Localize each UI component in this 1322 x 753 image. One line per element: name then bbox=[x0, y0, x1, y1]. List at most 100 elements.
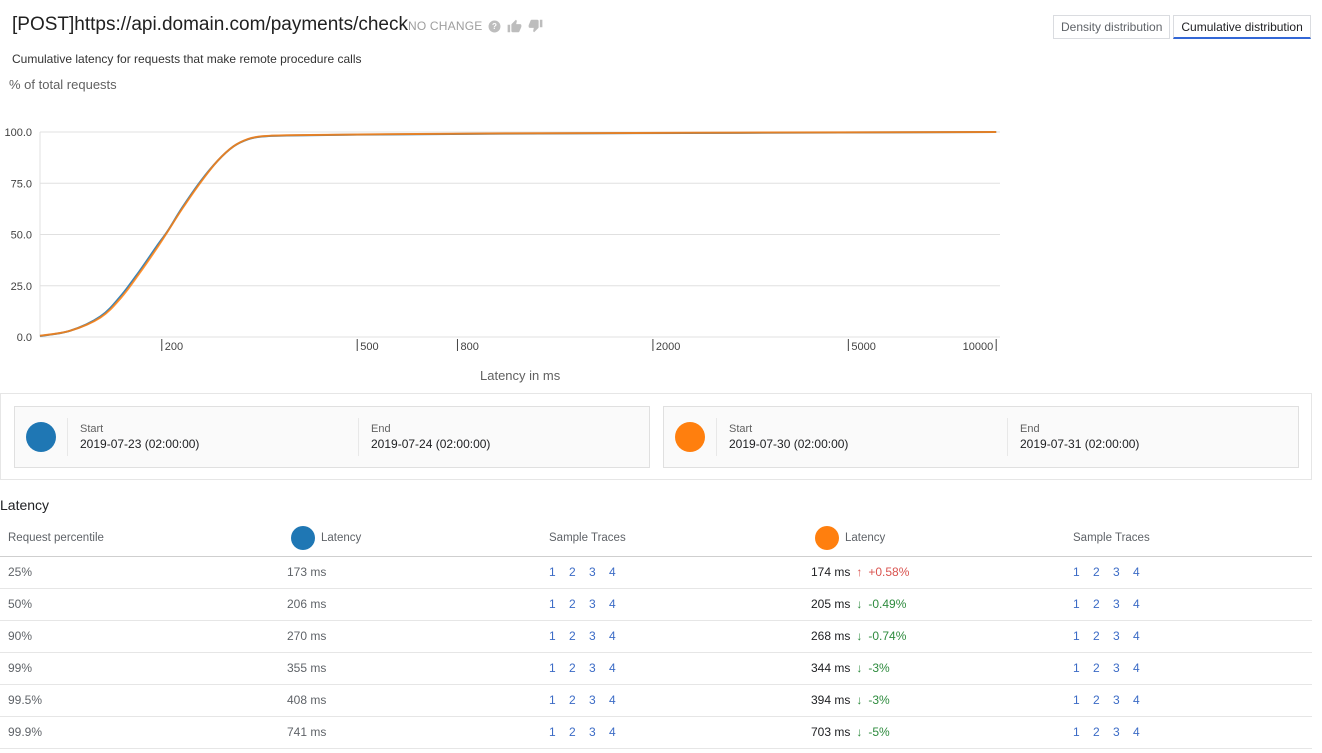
sample-trace-link[interactable]: 2 bbox=[569, 629, 576, 643]
traces-b-cell: 1234 bbox=[1073, 620, 1312, 653]
sample-trace-link[interactable]: 4 bbox=[1133, 693, 1140, 707]
header-latency-b: Latency bbox=[811, 520, 1073, 557]
status-text: NO CHANGE bbox=[408, 19, 483, 33]
sample-trace-link[interactable]: 4 bbox=[609, 629, 616, 643]
latency-b-value: 344 ms bbox=[811, 661, 851, 675]
percentile-cell: 25% bbox=[0, 556, 287, 589]
sample-trace-link[interactable]: 2 bbox=[1093, 597, 1100, 611]
header-latency-a-label: Latency bbox=[321, 531, 362, 544]
sample-trace-link[interactable]: 4 bbox=[609, 597, 616, 611]
sample-trace-link[interactable]: 1 bbox=[549, 629, 556, 643]
sample-trace-link[interactable]: 3 bbox=[589, 629, 596, 643]
latency-table: Request percentile Latency Sample Traces… bbox=[0, 520, 1312, 749]
arrow-up-icon: ↑ bbox=[856, 565, 863, 579]
sample-trace-link[interactable]: 3 bbox=[1113, 725, 1120, 739]
density-distribution-button[interactable]: Density distribution bbox=[1053, 15, 1171, 39]
sample-trace-link[interactable]: 3 bbox=[1113, 693, 1120, 707]
sample-trace-link[interactable]: 1 bbox=[1073, 661, 1080, 675]
x-tick-label: 2000 bbox=[656, 341, 680, 353]
sample-trace-link[interactable]: 1 bbox=[549, 661, 556, 675]
thumbs-up-icon[interactable] bbox=[507, 19, 522, 33]
latency-b-value: 394 ms bbox=[811, 693, 851, 707]
sample-trace-link[interactable]: 3 bbox=[589, 725, 596, 739]
sample-trace-link[interactable]: 3 bbox=[1113, 629, 1120, 643]
sample-trace-link[interactable]: 1 bbox=[549, 725, 556, 739]
sample-trace-link[interactable]: 1 bbox=[1073, 725, 1080, 739]
sample-trace-link[interactable]: 2 bbox=[569, 565, 576, 579]
latency-a-cell: 408 ms bbox=[287, 684, 549, 717]
sample-trace-link[interactable]: 2 bbox=[569, 661, 576, 675]
sample-trace-link[interactable]: 4 bbox=[1133, 629, 1140, 643]
chart-subtitle: Cumulative latency for requests that mak… bbox=[12, 52, 362, 66]
y-axis-label: % of total requests bbox=[9, 77, 117, 92]
x-tick-label: 5000 bbox=[851, 341, 875, 353]
latency-b-cell: 703 ms ↓ -5% bbox=[811, 716, 1073, 749]
y-tick-label: 50.0 bbox=[11, 230, 32, 242]
table-row: 25% 173 ms 1 2 3 4 174 ms ↑ +0.58% 1 2 3 4 bbox=[0, 556, 1312, 589]
sample-trace-link[interactable]: 4 bbox=[609, 565, 616, 579]
change-percent: +0.58% bbox=[868, 565, 910, 579]
series-a-color-dot bbox=[291, 525, 315, 550]
y-tick-label: 75.0 bbox=[11, 178, 32, 190]
traces-b-cell: 1234 bbox=[1073, 556, 1312, 589]
header-percentile: Request percentile bbox=[0, 520, 287, 557]
latency-chart: 0.0 25.0 50.0 75.0 100.0 200 500 800 2000 5000 100… bbox=[4, 127, 1000, 353]
table-row: 99.9% 741 ms 1 2 3 4 703 ms ↓ -5% 1 2 3 4 bbox=[0, 716, 1312, 749]
sample-trace-link[interactable]: 4 bbox=[609, 661, 616, 675]
sample-trace-link[interactable]: 2 bbox=[1093, 565, 1100, 579]
sample-trace-link[interactable]: 2 bbox=[569, 597, 576, 611]
header-traces-a: Sample Traces bbox=[549, 520, 811, 557]
sample-trace-link[interactable]: 3 bbox=[589, 597, 596, 611]
sample-trace-link[interactable]: 2 bbox=[1093, 661, 1100, 675]
percentile-cell: 90% bbox=[0, 620, 287, 653]
time-range-card-a: Start 2019-07-23 (02:00:00) End 2019-07-… bbox=[14, 406, 650, 468]
range-start-value: 2019-07-23 (02:00:00) bbox=[80, 437, 200, 451]
sample-trace-link[interactable]: 1 bbox=[1073, 693, 1080, 707]
sample-trace-link[interactable]: 1 bbox=[549, 597, 556, 611]
traces-a-cell: 1234 bbox=[549, 588, 811, 621]
thumbs-down-icon[interactable] bbox=[528, 19, 543, 33]
sample-trace-link[interactable]: 4 bbox=[1133, 597, 1140, 611]
traces-b-cell: 1234 bbox=[1073, 652, 1312, 685]
sample-trace-link[interactable]: 4 bbox=[1133, 661, 1140, 675]
sample-trace-link[interactable]: 3 bbox=[589, 661, 596, 675]
sample-trace-link[interactable]: 1 bbox=[549, 565, 556, 579]
sample-trace-link[interactable]: 2 bbox=[1093, 725, 1100, 739]
latency-a-cell: 270 ms bbox=[287, 620, 549, 653]
series-a-line bbox=[39, 131, 997, 337]
sample-trace-link[interactable]: 3 bbox=[589, 565, 596, 579]
sample-trace-link[interactable]: 1 bbox=[1073, 597, 1080, 611]
traces-a-cell: 1234 bbox=[549, 652, 811, 685]
sample-trace-link[interactable]: 4 bbox=[1133, 725, 1140, 739]
help-icon[interactable]: ? bbox=[488, 20, 501, 33]
traces-b-cell: 1234 bbox=[1073, 684, 1312, 717]
latency-b-value: 703 ms bbox=[811, 725, 851, 739]
sample-trace-link[interactable]: 4 bbox=[609, 725, 616, 739]
latency-b-value: 174 ms bbox=[811, 565, 851, 579]
sample-trace-link[interactable]: 2 bbox=[569, 725, 576, 739]
arrow-down-icon: ↓ bbox=[856, 693, 863, 707]
range-end: End 2019-07-31 (02:00:00) bbox=[1008, 423, 1298, 451]
traces-a-cell: 1234 bbox=[549, 716, 811, 749]
sample-trace-link[interactable]: 2 bbox=[1093, 693, 1100, 707]
sample-trace-link[interactable]: 4 bbox=[609, 693, 616, 707]
series-a-color-dot bbox=[26, 422, 56, 452]
traces-b-cell: 1234 bbox=[1073, 716, 1312, 749]
sample-trace-link[interactable]: 3 bbox=[1113, 565, 1120, 579]
sample-trace-link[interactable]: 1 bbox=[1073, 629, 1080, 643]
latency-b-cell: 344 ms ↓ -3% bbox=[811, 652, 1073, 685]
series-b-color-dot bbox=[815, 525, 839, 550]
sample-trace-link[interactable]: 1 bbox=[549, 693, 556, 707]
sample-trace-link[interactable]: 4 bbox=[1133, 565, 1140, 579]
sample-trace-link[interactable]: 2 bbox=[569, 693, 576, 707]
svg-text:?: ? bbox=[492, 22, 497, 31]
range-start-label: Start bbox=[80, 423, 104, 435]
sample-trace-link[interactable]: 2 bbox=[1093, 629, 1100, 643]
x-axis-label: Latency in ms bbox=[480, 368, 561, 383]
sample-trace-link[interactable]: 3 bbox=[1113, 597, 1120, 611]
sample-trace-link[interactable]: 3 bbox=[589, 693, 596, 707]
sample-trace-link[interactable]: 3 bbox=[1113, 661, 1120, 675]
sample-trace-link[interactable]: 1 bbox=[1073, 565, 1080, 579]
cumulative-distribution-button[interactable]: Cumulative distribution bbox=[1173, 15, 1311, 39]
table-row: 90% 270 ms 1 2 3 4 268 ms ↓ -0.74% 1 2 3 4 bbox=[0, 620, 1312, 653]
